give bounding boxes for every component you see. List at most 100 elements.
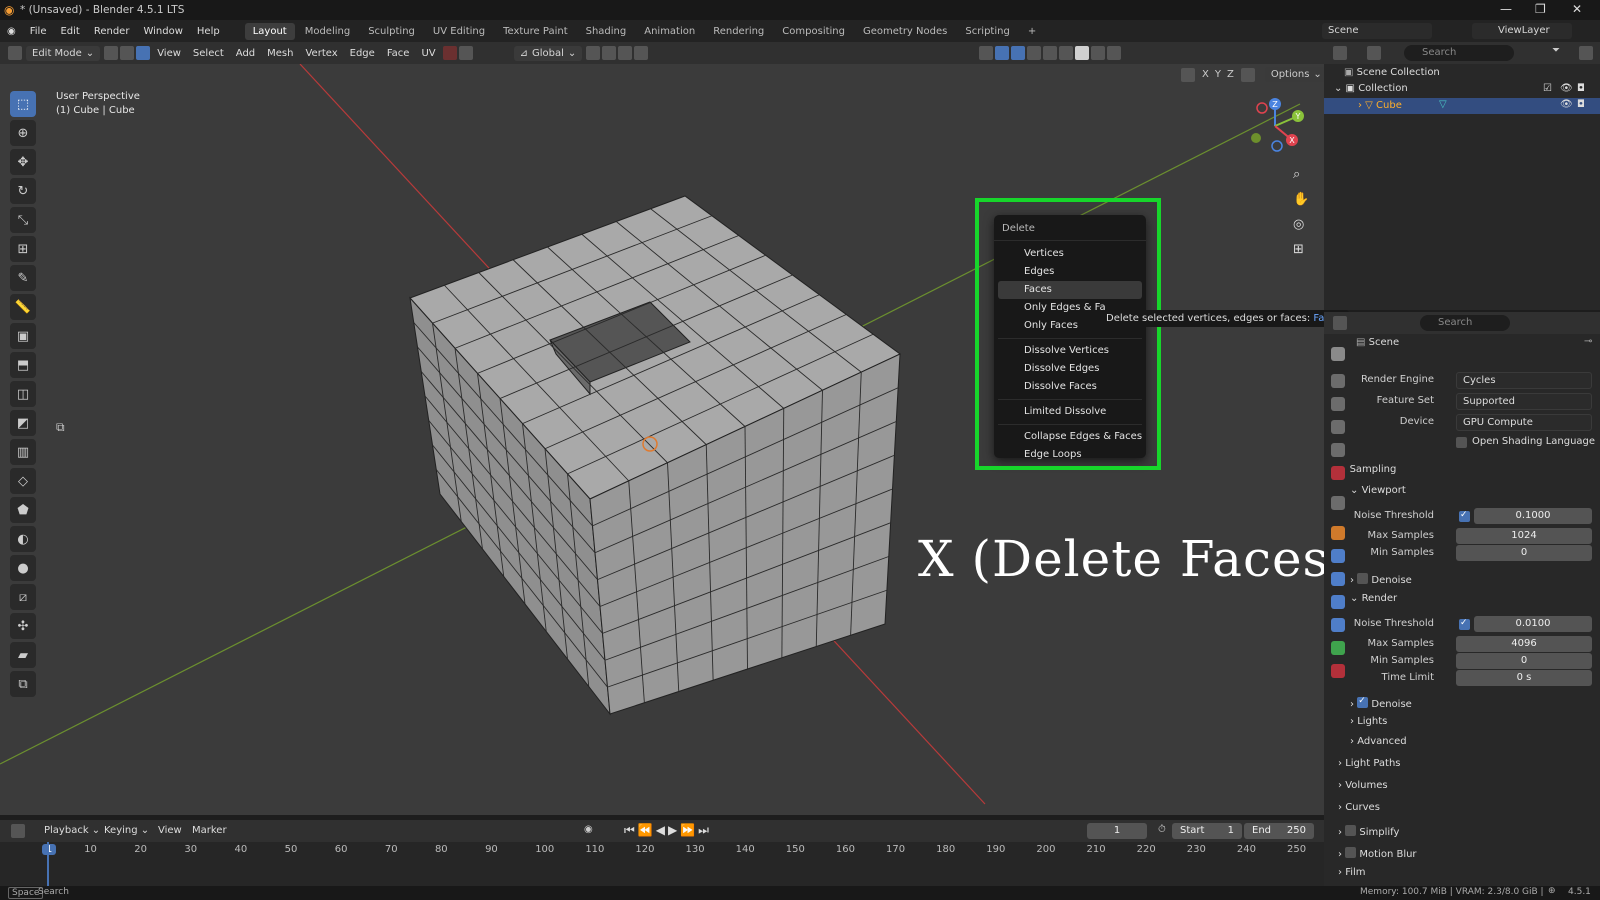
tool-tab-icon[interactable] [1331,347,1345,361]
axis-z-toggle[interactable]: Z [1227,69,1234,80]
cube-row[interactable]: › ▽ Cube ▽ [1324,98,1600,114]
sampling-section[interactable]: ⌄ Sampling [1338,464,1396,475]
physics-tab-icon[interactable] [1331,595,1345,609]
rendered-shading-icon[interactable] [1107,46,1122,60]
vp-noise-field[interactable]: 0.1000 [1474,508,1592,524]
render-engine-select[interactable]: Cycles [1456,372,1592,389]
volumes-section[interactable]: › Volumes [1338,780,1388,791]
vp-max-field[interactable]: 1024 [1456,528,1592,544]
overlay-icon[interactable] [1011,46,1026,60]
osl-checkbox[interactable] [1456,437,1467,448]
render-subsection[interactable]: ⌄ Render [1350,593,1397,604]
data-tab-icon[interactable] [1331,641,1345,655]
menu-playback[interactable]: Playback ⌄ [38,825,106,836]
viewlayer-selector[interactable]: ViewLayer [1472,23,1572,39]
transform-tool-icon[interactable]: ⊞ [10,236,36,262]
annotate-tool-icon[interactable]: ✎ [10,265,36,291]
xray-toggle-icon[interactable] [1043,46,1058,60]
constraints-tab-icon[interactable] [1331,618,1345,632]
mesh-edit-overlay-icon[interactable] [1027,46,1042,60]
axis-y-toggle[interactable]: Y [1215,69,1221,80]
playback-controls[interactable]: ⏮⏪◀▶⏩⏭ [624,823,712,838]
tab-shading[interactable]: Shading [578,23,635,40]
scene-collection-row[interactable]: ▣ Scene Collection [1344,67,1440,78]
curves-section[interactable]: › Curves [1338,802,1380,813]
timeline-editor-icon[interactable] [11,824,25,838]
end-frame-field[interactable]: End 250 [1244,823,1314,839]
wireframe-shading-icon[interactable] [1059,46,1074,60]
menu-help[interactable]: Help [190,26,227,37]
rip-tool-icon[interactable]: ⧉ [10,671,36,697]
menu-vertex[interactable]: Vertex [299,48,343,59]
gizmo-icon[interactable] [995,46,1010,60]
outliner-search-input[interactable]: Search [1404,45,1514,61]
menu-edit[interactable]: Edit [53,26,86,37]
tab-uv-editing[interactable]: UV Editing [425,23,493,40]
scene-tab-icon[interactable] [1331,443,1345,457]
device-select[interactable]: GPU Compute [1456,414,1592,431]
pivot-point-icon[interactable] [586,46,601,60]
film-section[interactable]: › Film [1338,867,1366,878]
smooth-tool-icon[interactable]: ● [10,555,36,581]
modifier-tab-icon[interactable] [1331,549,1345,563]
outliner-editor-icon[interactable] [1333,46,1347,60]
tab-texture-paint[interactable]: Texture Paint [495,23,576,40]
r-noise-field[interactable]: 0.0100 [1474,616,1592,632]
view-layer-tab-icon[interactable] [1331,420,1345,434]
x-ray-icon[interactable] [442,46,457,60]
pin-icon[interactable]: ⊸ [1584,336,1592,347]
object-tab-icon[interactable] [1331,526,1345,540]
editor-type-icon[interactable] [8,46,22,60]
menu-timeline-view[interactable]: View [152,825,188,836]
playhead[interactable] [47,842,49,886]
r-min-field[interactable]: 0 [1456,653,1592,669]
options-dropdown[interactable]: Options ⌄ [1264,67,1328,82]
auto-keying-icon[interactable]: ◉ [584,824,593,835]
mesh-data-icon[interactable]: ▽ [1439,99,1447,110]
cursor-tool-icon[interactable]: ⊕ [10,120,36,146]
current-frame-field[interactable]: 1 [1087,823,1147,839]
blender-menu-icon[interactable]: ◉ [0,26,23,37]
world-tab-icon[interactable] [1331,466,1345,480]
vp-min-field[interactable]: 0 [1456,545,1592,561]
mesh-symmetry-icon[interactable] [1240,67,1255,82]
tab-geometry-nodes[interactable]: Geometry Nodes [855,23,955,40]
r-max-field[interactable]: 4096 [1456,636,1592,652]
collection-tab-icon[interactable] [1331,496,1345,510]
snap-icon[interactable] [602,46,617,60]
inset-tool-icon[interactable]: ◫ [10,381,36,407]
properties-search-input[interactable]: Search [1420,315,1510,331]
r-denoise-section[interactable]: › Denoise [1350,696,1412,710]
tab-animation[interactable]: Animation [636,23,703,40]
add-cube-tool-icon[interactable]: ▣ [10,323,36,349]
spin-tool-icon[interactable]: ◐ [10,526,36,552]
axis-x-toggle[interactable]: X [1202,69,1209,80]
material-tab-icon[interactable] [1331,664,1345,678]
orientation-selector[interactable]: ⊿ Global ⌄ [513,45,583,61]
zoom-icon[interactable]: ⌕ [1293,162,1309,187]
visibility-icon[interactable] [979,46,994,60]
r-time-field[interactable]: 0 s [1456,670,1592,686]
shear-tool-icon[interactable]: ▰ [10,642,36,668]
r-noise-checkbox[interactable] [1459,618,1470,630]
menu-window[interactable]: Window [136,26,189,37]
minimize-icon[interactable]: — [1500,2,1512,16]
tab-sculpting[interactable]: Sculpting [360,23,423,40]
display-mode-icon[interactable] [1367,46,1381,60]
pan-hand-icon[interactable]: ✋ [1293,187,1309,212]
tab-scripting[interactable]: Scripting [957,23,1017,40]
knife-tool-icon[interactable]: ◇ [10,468,36,494]
proportional-edit-icon[interactable] [634,46,649,60]
stopwatch-icon[interactable]: ⏱ [1158,824,1166,835]
menu-edge[interactable]: Edge [344,48,381,59]
menu-mesh[interactable]: Mesh [261,48,299,59]
tab-compositing[interactable]: Compositing [774,23,853,40]
viewport-subsection[interactable]: ⌄ Viewport [1350,485,1406,496]
menu-keying[interactable]: Keying ⌄ [98,825,155,836]
close-icon[interactable]: ✕ [1572,2,1582,16]
navigation-gizmo[interactable]: Z Y X [1240,96,1310,156]
poly-build-tool-icon[interactable]: ⬟ [10,497,36,523]
select-box-tool-icon[interactable]: ⬚ [10,91,36,117]
vertex-select-icon[interactable] [104,46,119,60]
face-select-icon[interactable] [136,46,151,60]
